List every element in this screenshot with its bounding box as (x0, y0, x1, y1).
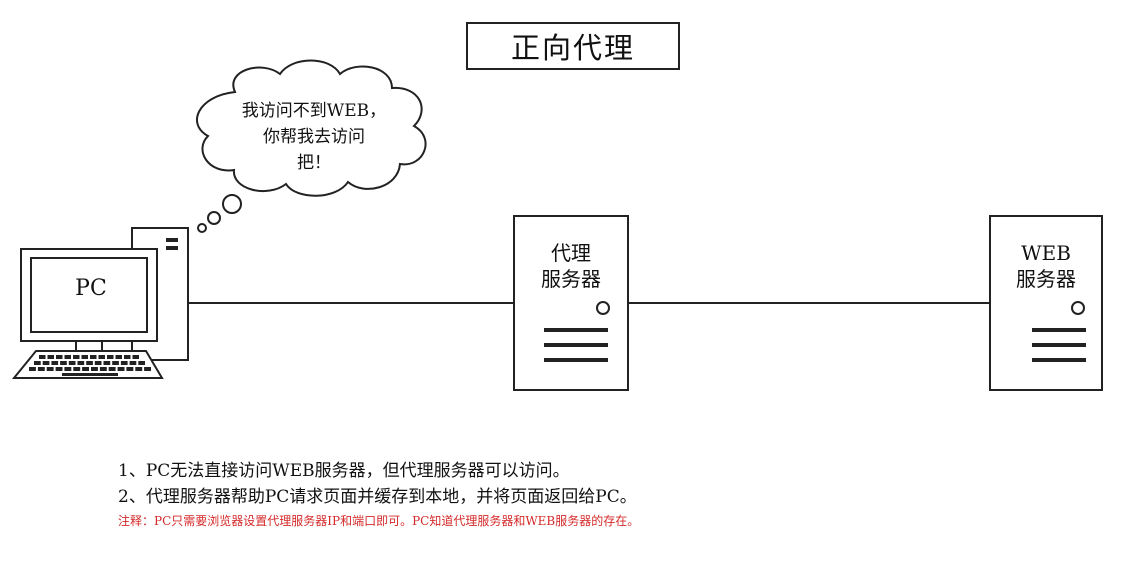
keyboard-key (90, 355, 97, 359)
thought-line-2: 你帮我去访问 (263, 127, 365, 147)
keyboard-key (99, 367, 107, 371)
keyboard-key (46, 367, 54, 371)
keyboard-key (120, 361, 128, 365)
keyboard-key (81, 355, 88, 359)
keyboard-key (107, 355, 114, 359)
keyboard-key (117, 367, 125, 371)
thought-bubble-text: 我访问不到WEB， 你帮我去访问 把！ (228, 98, 400, 176)
thought-line-3: 把！ (297, 153, 331, 173)
keyboard-key (115, 355, 122, 359)
keyboard-key (98, 355, 105, 359)
keyboard-key (82, 367, 89, 371)
web-server-label-line-2: 服务器 (1016, 267, 1076, 291)
keyboard-key (77, 361, 85, 365)
keyboard-key (94, 361, 102, 365)
keyboard-key (29, 367, 36, 371)
keyboard-key (42, 361, 50, 365)
keyboard-key (124, 355, 131, 359)
keyboard-key (64, 367, 72, 371)
keyboard-key (51, 361, 59, 365)
keyboard-key (55, 367, 63, 371)
keyboard-spacebar (62, 373, 118, 376)
keyboard-key (144, 367, 151, 371)
diagram-title: 正向代理 (466, 22, 680, 70)
proxy-server-label: 代理 服务器 (514, 240, 628, 292)
pc-label: PC (75, 276, 107, 301)
keyboard-key (126, 367, 134, 371)
keyboard-key (68, 361, 76, 365)
keyboard-key (108, 367, 116, 371)
keyboard-icon (11, 350, 164, 379)
proxy-server-label-line-2: 服务器 (541, 267, 601, 291)
keyboard-key (135, 367, 143, 371)
keyboard-key (39, 355, 46, 359)
keyboard-key (86, 361, 93, 365)
keyboard-key (56, 355, 63, 359)
keyboard-key (34, 361, 41, 365)
keyboard-key (73, 355, 80, 359)
keyboard-key (112, 361, 119, 365)
keyboard-key (103, 361, 111, 365)
keyboard-key (132, 355, 139, 359)
keyboard-key (47, 355, 54, 359)
thought-line-1: 我访问不到WEB， (241, 101, 387, 121)
keyboard-key (91, 367, 98, 371)
proxy-server-label-line-1: 代理 (551, 241, 591, 265)
keyboard-key (138, 361, 145, 365)
keyboard-key (60, 361, 67, 365)
keyboard-key (64, 355, 71, 359)
note-line-1: 1、PC无法直接访问WEB服务器，但代理服务器可以访问。 (118, 461, 570, 481)
web-server-label-line-1: WEB (1021, 241, 1071, 265)
web-server-label: WEB 服务器 (990, 240, 1102, 292)
note-line-2: 2、代理服务器帮助PC请求页面并缓存到本地，并将页面返回给PC。 (118, 487, 637, 507)
keyboard-key (37, 367, 45, 371)
keyboard-key (73, 367, 81, 371)
note-remark: 注释：PC只需要浏览器设置代理服务器IP和端口即可。PC知道代理服务器和WEB服… (118, 514, 640, 528)
keyboard-key (129, 361, 137, 365)
notes-block: 1、PC无法直接访问WEB服务器，但代理服务器可以访问。 2、代理服务器帮助PC… (118, 458, 1118, 532)
